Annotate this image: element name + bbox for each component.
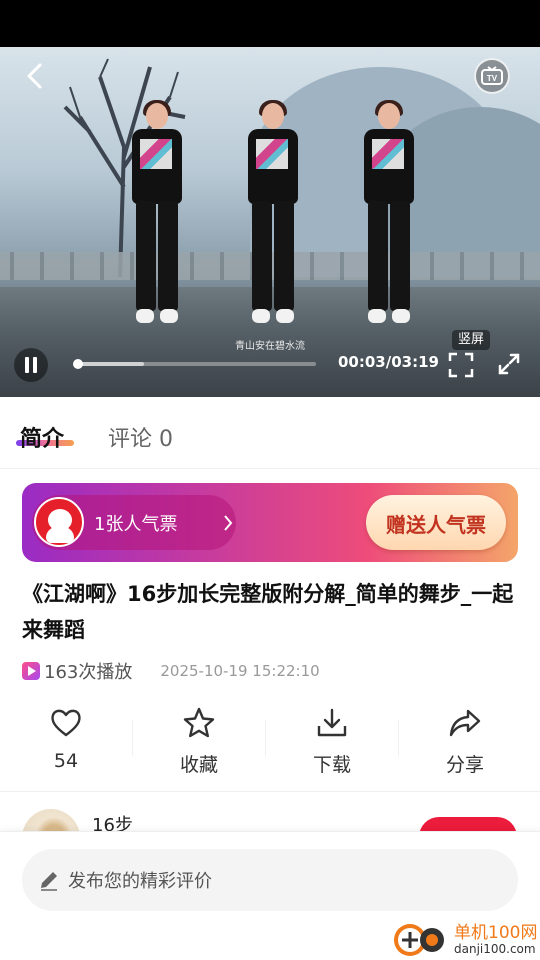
expand-icon[interactable] — [497, 352, 521, 376]
play-count: 163次播放 — [44, 662, 133, 683]
svg-text:TV: TV — [487, 74, 498, 83]
download-icon — [317, 708, 347, 737]
ticket-count-pill[interactable]: 1张人气票 — [32, 495, 236, 550]
watermark: 单机100网 danji100.com — [390, 916, 538, 960]
pause-icon — [25, 357, 37, 373]
publish-time: 2025-10-19 15:22:10 — [160, 662, 320, 680]
gift-ticket-label: 赠送人气票 — [386, 513, 486, 537]
watermark-url: danji100.com — [454, 942, 536, 956]
action-bar: 54 收藏 下载 分享 — [0, 700, 540, 792]
favorite-button[interactable]: 收藏 — [133, 706, 265, 786]
star-icon — [183, 707, 215, 738]
playback-time: 00:03/03:19 — [338, 353, 439, 371]
pencil-icon — [41, 872, 57, 891]
video-title: 《江湖啊》16步加长完整版附分解_简单的舞步_一起来舞蹈 — [22, 582, 514, 642]
video-meta: 163次播放 2025-10-19 15:22:10 — [22, 658, 320, 684]
pause-button[interactable] — [14, 348, 48, 382]
tab-bar: 简介 评论 0 — [0, 397, 540, 469]
share-label: 分享 — [445, 754, 484, 776]
favorite-label: 收藏 — [179, 754, 218, 776]
heart-icon — [51, 709, 81, 737]
back-arrow-icon[interactable] — [22, 61, 50, 91]
play-count-icon — [22, 662, 40, 680]
fullscreen-corners-icon[interactable] — [448, 352, 474, 378]
progress-buffer — [74, 362, 145, 366]
status-bar — [0, 0, 540, 47]
tv-icon: TV — [481, 66, 503, 85]
tv-cast-icon[interactable]: TV — [474, 58, 510, 94]
like-count: 54 — [53, 750, 79, 772]
progress-bar[interactable] — [72, 359, 316, 369]
video-player[interactable]: 青山安在碧水流 TV 竖屏 00:03/03:19 — [0, 47, 540, 397]
watermark-logo-icon — [394, 924, 444, 956]
tab-intro[interactable]: 简介 — [20, 421, 64, 453]
ticket-count-text: 1张人气票 — [94, 514, 178, 535]
share-icon — [449, 709, 481, 737]
share-button[interactable]: 分享 — [399, 706, 531, 786]
comment-input[interactable]: 发布您的精彩评价 — [22, 849, 518, 911]
download-button[interactable]: 下载 — [266, 706, 398, 786]
download-label: 下载 — [312, 754, 351, 776]
dancer-figure — [124, 100, 190, 333]
chevron-right-icon — [224, 515, 233, 531]
snowman-mascot-icon — [34, 497, 84, 547]
popularity-ticket-banner: 1张人气票 赠送人气票 — [22, 483, 518, 562]
dancer-figure — [240, 100, 306, 333]
watermark-name: 单机100网 — [454, 923, 538, 943]
author-row: 16步 — [0, 795, 540, 835]
progress-thumb[interactable] — [72, 359, 83, 369]
dancer-figure — [356, 100, 422, 333]
portrait-mode-button[interactable]: 竖屏 — [452, 330, 491, 350]
like-button[interactable]: 54 — [0, 706, 132, 786]
gift-ticket-button[interactable]: 赠送人气票 — [366, 495, 506, 550]
comment-placeholder: 发布您的精彩评价 — [68, 871, 212, 892]
tab-comments[interactable]: 评论 0 — [108, 421, 173, 453]
